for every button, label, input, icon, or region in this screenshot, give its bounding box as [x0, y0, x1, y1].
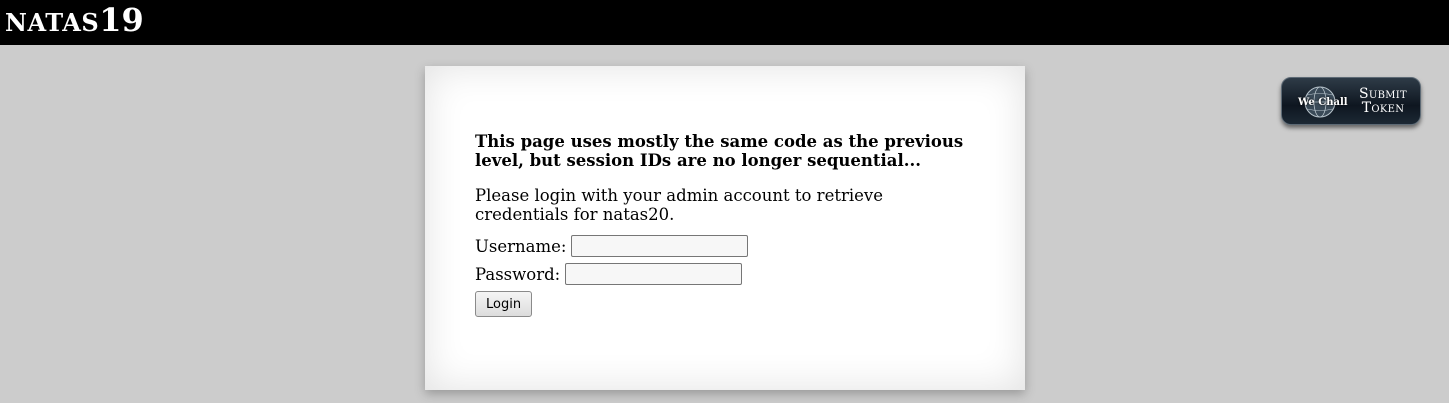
username-label: Username:	[475, 236, 567, 256]
instructions-text: Please login with your admin account to …	[475, 186, 883, 224]
site-title: NATAS19	[5, 4, 144, 36]
site-name: NATAS	[5, 8, 100, 37]
username-input[interactable]	[571, 235, 749, 257]
password-label: Password:	[475, 264, 561, 284]
header-bar: NATAS19	[0, 0, 1449, 45]
submit-token-line2: Token	[1361, 100, 1405, 116]
password-input[interactable]	[565, 263, 743, 285]
intro-text: This page uses mostly the same code as t…	[475, 132, 964, 170]
content-panel: This page uses mostly the same code as t…	[425, 66, 1025, 390]
level-number: 19	[99, 1, 144, 39]
password-row: Password:	[475, 260, 975, 288]
login-form: Username: Password: Login	[475, 232, 975, 317]
wechall-logo-text: We Chall	[1298, 97, 1348, 108]
submit-token-button[interactable]: We Chall Submit Token	[1281, 77, 1421, 125]
username-row: Username:	[475, 232, 975, 260]
submit-token-label: Submit Token	[1352, 87, 1414, 115]
submit-token-line1: Submit	[1358, 86, 1408, 102]
content-body: This page uses mostly the same code as t…	[475, 132, 975, 317]
login-button[interactable]: Login	[475, 291, 533, 317]
